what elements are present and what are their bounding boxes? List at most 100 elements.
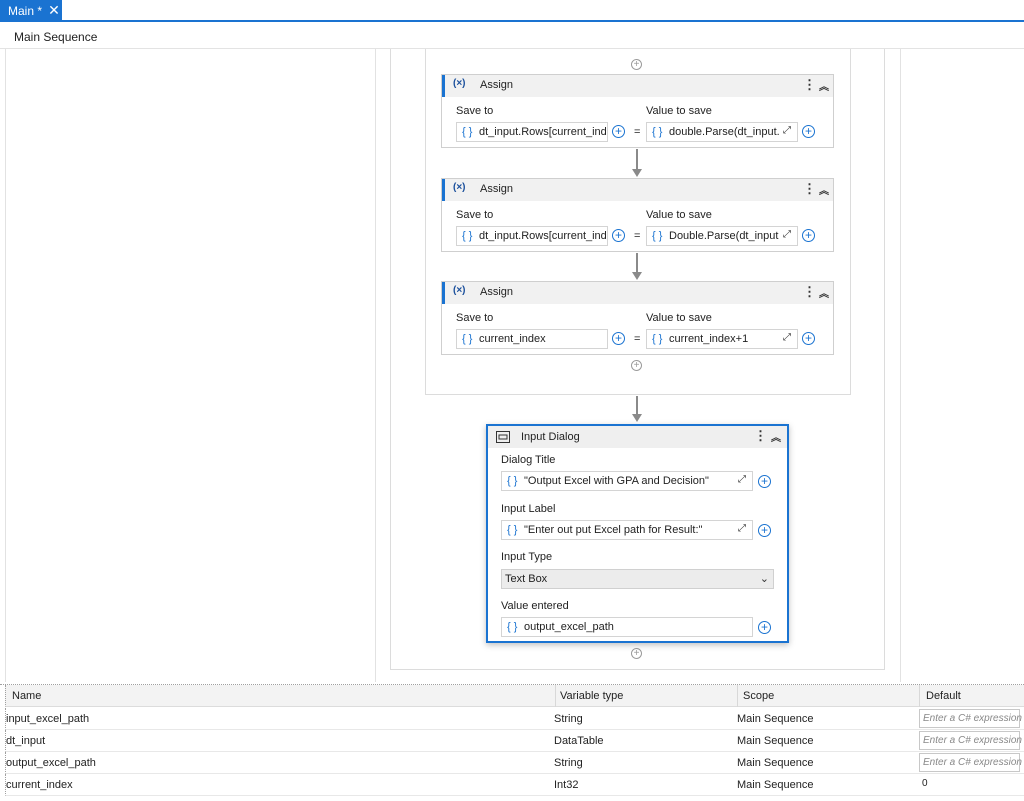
activity-title: Assign xyxy=(480,286,514,298)
variable-scope[interactable]: Main Sequence xyxy=(737,713,813,725)
collapse-icon[interactable]: ︽ xyxy=(819,182,829,197)
column-header-name[interactable]: Name xyxy=(12,690,41,702)
add-variable-icon[interactable]: + xyxy=(758,524,771,537)
variable-name[interactable]: dt_input xyxy=(6,735,45,747)
activity-header: (×) Assign ⋮ ︽ xyxy=(442,179,833,201)
add-variable-icon[interactable]: + xyxy=(758,621,771,634)
more-options-icon[interactable]: ⋮ xyxy=(803,181,816,197)
expression-icon: { } xyxy=(652,230,663,242)
expand-editor-icon[interactable]: ⤢ xyxy=(783,332,791,343)
equals-sign: = xyxy=(634,333,641,345)
add-variable-icon[interactable]: + xyxy=(758,475,771,488)
collapse-icon[interactable]: ︽ xyxy=(771,429,781,444)
breadcrumb[interactable]: Main Sequence xyxy=(14,30,97,44)
more-options-icon[interactable]: ⋮ xyxy=(803,284,816,300)
variable-default-input[interactable]: 0 xyxy=(919,775,1020,794)
expression-icon: { } xyxy=(507,621,518,633)
variable-type[interactable]: DataTable xyxy=(554,735,604,747)
save-to-label: Save to xyxy=(456,209,494,221)
variable-name[interactable]: current_index xyxy=(6,779,73,791)
column-header-type[interactable]: Variable type xyxy=(560,690,623,702)
dialog-title-value: "Output Excel with GPA and Decision" xyxy=(524,475,709,487)
variable-default-value: Enter a C# expression xyxy=(923,735,1022,746)
expand-editor-icon[interactable]: ⤢ xyxy=(738,474,746,485)
value-entered-value: output_excel_path xyxy=(524,621,614,633)
collapse-icon[interactable]: ︽ xyxy=(819,78,829,93)
flow-arrowhead xyxy=(632,414,642,422)
variable-name[interactable]: output_excel_path xyxy=(6,757,96,769)
equals-sign: = xyxy=(634,230,641,242)
expand-editor-icon[interactable]: ⤢ xyxy=(783,229,791,240)
save-to-value: dt_input.Rows[current_inde xyxy=(479,230,607,242)
value-to-save-field[interactable]: { } Double.Parse(dt_input. ⤢ xyxy=(646,226,798,246)
expression-icon: { } xyxy=(462,333,473,345)
flow-arrowhead xyxy=(632,169,642,177)
expression-icon: { } xyxy=(652,126,663,138)
dialog-title-field[interactable]: { } "Output Excel with GPA and Decision"… xyxy=(501,471,753,491)
activity-title: Assign xyxy=(480,183,514,195)
value-entered-label: Value entered xyxy=(501,600,569,612)
input-dialog-activity[interactable]: Input Dialog ⋮ ︽ Dialog Title { } "Outpu… xyxy=(486,424,789,643)
expression-icon: { } xyxy=(507,524,518,536)
add-variable-icon[interactable]: + xyxy=(802,125,815,138)
variable-default-value: Enter a C# expression xyxy=(923,757,1022,768)
expand-editor-icon[interactable]: ⤢ xyxy=(738,523,746,534)
add-variable-icon[interactable]: + xyxy=(612,229,625,242)
variable-scope[interactable]: Main Sequence xyxy=(737,779,813,791)
variable-default-input[interactable]: Enter a C# expression xyxy=(919,709,1022,728)
document-tab-bar: Main * ✕ xyxy=(0,0,1024,22)
add-variable-icon[interactable]: + xyxy=(802,229,815,242)
variable-name[interactable]: input_excel_path xyxy=(6,713,89,725)
close-tab-icon[interactable]: ✕ xyxy=(46,0,62,22)
value-to-save-field[interactable]: { } current_index+1 ⤢ xyxy=(646,329,798,349)
input-label-field[interactable]: { } "Enter out put Excel path for Result… xyxy=(501,520,753,540)
variable-row[interactable]: dt_input DataTable Main Sequence Enter a… xyxy=(5,730,1024,752)
variable-type[interactable]: String xyxy=(554,713,583,725)
variable-type[interactable]: String xyxy=(554,757,583,769)
column-divider[interactable] xyxy=(919,685,920,707)
add-activity-icon[interactable]: + xyxy=(631,360,642,371)
activity-title: Assign xyxy=(480,79,514,91)
more-options-icon[interactable]: ⋮ xyxy=(754,428,767,444)
variable-scope[interactable]: Main Sequence xyxy=(737,735,813,747)
variable-row[interactable]: output_excel_path String Main Sequence E… xyxy=(5,752,1024,774)
variable-default-value: Enter a C# expression xyxy=(923,713,1022,724)
input-type-value: Text Box xyxy=(505,573,548,585)
more-options-icon[interactable]: ⋮ xyxy=(803,77,816,93)
add-activity-icon[interactable]: + xyxy=(631,59,642,70)
save-to-field[interactable]: { } dt_input.Rows[current_inde xyxy=(456,122,608,142)
activity-header: (×) Assign ⋮ ︽ xyxy=(442,75,833,97)
value-to-save-value: current_index+1 xyxy=(669,333,749,345)
save-to-field[interactable]: { } dt_input.Rows[current_inde xyxy=(456,226,608,246)
assign-activity[interactable]: (×) Assign ⋮ ︽ Save to Value to save { }… xyxy=(441,281,834,355)
expression-icon: { } xyxy=(462,230,473,242)
variable-row[interactable]: current_index Int32 Main Sequence 0 xyxy=(5,774,1024,796)
variable-default-input[interactable]: Enter a C# expression xyxy=(919,753,1022,772)
save-to-field[interactable]: { } current_index xyxy=(456,329,608,349)
column-header-scope[interactable]: Scope xyxy=(743,690,774,702)
add-variable-icon[interactable]: + xyxy=(612,332,625,345)
dialog-title-label: Dialog Title xyxy=(501,454,556,466)
activity-title: Input Dialog xyxy=(521,431,580,443)
variable-type[interactable]: Int32 xyxy=(554,779,578,791)
column-divider[interactable] xyxy=(737,685,738,707)
assign-activity[interactable]: (×) Assign ⋮ ︽ Save to Value to save { }… xyxy=(441,178,834,252)
column-divider[interactable] xyxy=(555,685,556,707)
variables-panel: Name Variable type Scope Default input_e… xyxy=(0,684,1024,801)
assign-activity[interactable]: (×) Assign ⋮ ︽ Save to Value to save { }… xyxy=(441,74,834,148)
value-to-save-field[interactable]: { } double.Parse(dt_input. ⤢ xyxy=(646,122,798,142)
assign-icon: (×) xyxy=(453,285,466,296)
variable-row[interactable]: input_excel_path String Main Sequence En… xyxy=(5,708,1024,730)
input-type-select[interactable]: Text Box ⌄ xyxy=(501,569,774,589)
collapse-icon[interactable]: ︽ xyxy=(819,285,829,300)
expand-editor-icon[interactable]: ⤢ xyxy=(783,125,791,136)
variable-default-input[interactable]: Enter a C# expression xyxy=(919,731,1022,750)
save-to-value: current_index xyxy=(479,333,546,345)
add-variable-icon[interactable]: + xyxy=(612,125,625,138)
value-entered-field[interactable]: { } output_excel_path xyxy=(501,617,753,637)
add-activity-icon[interactable]: + xyxy=(631,648,642,659)
variable-scope[interactable]: Main Sequence xyxy=(737,757,813,769)
column-header-default[interactable]: Default xyxy=(926,690,961,702)
add-variable-icon[interactable]: + xyxy=(802,332,815,345)
value-to-save-value: double.Parse(dt_input. xyxy=(669,126,779,138)
